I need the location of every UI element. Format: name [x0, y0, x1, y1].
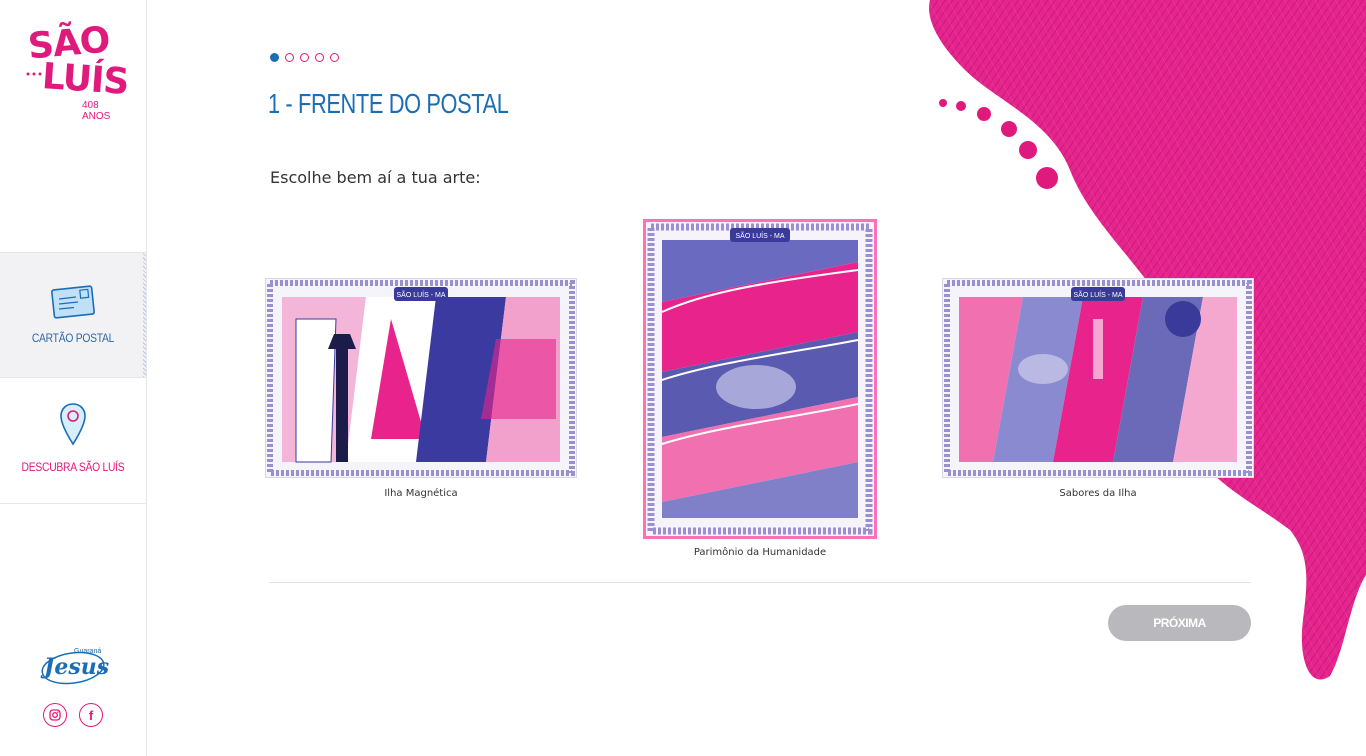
facebook-icon: f	[88, 707, 94, 723]
logo-line-2: LUÍS	[40, 56, 130, 103]
guarana-jesus-logo[interactable]: Guaraná Jesus	[40, 646, 110, 688]
brand-name: Jesus	[44, 654, 110, 680]
divider	[269, 582, 1251, 583]
progress-dot	[270, 53, 279, 62]
artwork-illustration: SÃO LUÍS - MA	[646, 222, 874, 536]
art-caption: Ilha Magnética	[384, 488, 458, 499]
sidebar-item-label: DESCUBRA SÃO LUÍS	[21, 460, 125, 474]
art-option-patrimonio-humanidade[interactable]: SÃO LUÍS - MA Parimônio da Humanidade	[643, 219, 877, 564]
sidebar: SÃO LUÍS 408 ANOS CARTÃO POSTAL DESCUBRA…	[0, 0, 147, 756]
postcard-artwork: SÃO LUÍS - MA	[265, 278, 577, 478]
postcard-artwork: SÃO LUÍS - MA	[942, 278, 1254, 478]
instruction-text: Escolhe bem aí a tua arte:	[270, 168, 481, 187]
instagram-link[interactable]	[43, 703, 67, 727]
page-title: 1 - FRENTE DO POSTAL	[268, 88, 509, 119]
progress-dot	[285, 53, 294, 62]
sao-luis-logo[interactable]: SÃO LUÍS 408 ANOS	[22, 20, 129, 122]
facebook-link[interactable]: f	[79, 703, 103, 727]
step-progress	[270, 53, 339, 62]
art-option-sabores-da-ilha[interactable]: SÃO LUÍS - MA Sabores da Ilha	[942, 278, 1254, 508]
art-caption: Parimônio da Humanidade	[693, 547, 827, 558]
logo-dots-icon	[26, 72, 42, 76]
postcard-icon	[51, 285, 95, 319]
artwork-illustration: SÃO LUÍS - MA	[266, 279, 576, 477]
postcard-artwork: SÃO LUÍS - MA	[643, 219, 877, 539]
art-option-ilha-magnetica[interactable]: SÃO LUÍS - MA Ilha Magnética	[265, 278, 577, 508]
art-caption: Sabores da Ilha	[1059, 488, 1137, 499]
svg-text:SÃO LUÍS - MA: SÃO LUÍS - MA	[735, 231, 784, 240]
svg-text:SÃO LUÍS - MA: SÃO LUÍS - MA	[396, 290, 445, 299]
progress-dot	[315, 53, 324, 62]
sidebar-item-descubra-sao-luis[interactable]: DESCUBRA SÃO LUÍS	[0, 378, 146, 504]
next-button[interactable]: PRÓXIMA	[1108, 605, 1251, 641]
main-content: 1 - FRENTE DO POSTAL Escolhe bem aí a tu…	[146, 0, 1366, 756]
svg-text:SÃO LUÍS - MA: SÃO LUÍS - MA	[1073, 290, 1122, 299]
instagram-icon	[49, 709, 61, 721]
sidebar-item-label: CARTÃO POSTAL	[31, 331, 115, 345]
sidebar-item-cartao-postal[interactable]: CARTÃO POSTAL	[0, 252, 146, 378]
progress-dot	[330, 53, 339, 62]
map-pin-icon	[60, 403, 86, 446]
logo-subtitle: 408 ANOS	[82, 100, 111, 122]
progress-dot	[300, 53, 309, 62]
artwork-illustration: SÃO LUÍS - MA	[943, 279, 1253, 477]
